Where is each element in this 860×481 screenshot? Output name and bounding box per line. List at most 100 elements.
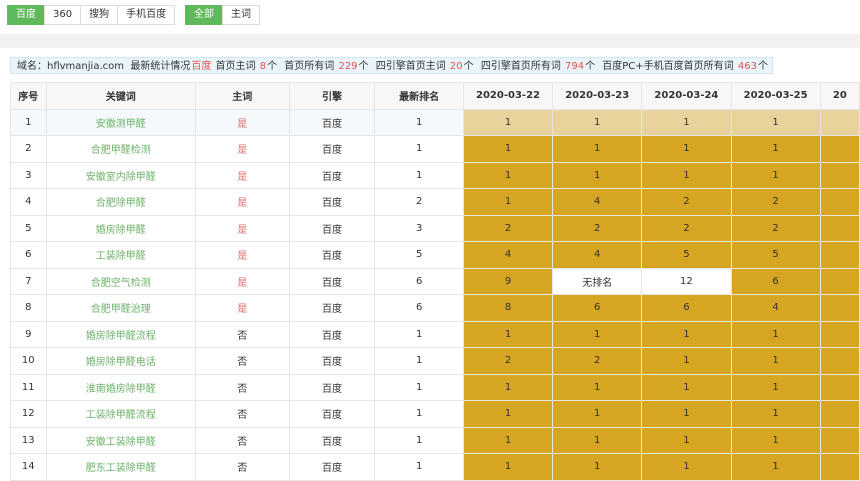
segment-value: 463: [737, 61, 757, 72]
rank-cell: 2: [552, 214, 643, 242]
rank-cell: [819, 161, 860, 189]
keyword-link[interactable]: 安徽室内除甲醛: [45, 161, 196, 189]
summary-bar: 域名：hflvmanjia.com 最新统计情况百度 首页主词 8个 首页所有词…: [10, 57, 773, 74]
engine-cell: 百度: [288, 161, 376, 189]
column-header[interactable]: 2020-03-22: [462, 82, 554, 110]
keyword-link[interactable]: 合肥空气检测: [45, 267, 196, 295]
engine-cell: 百度: [288, 188, 376, 216]
column-header[interactable]: 主词: [194, 82, 290, 110]
keyword-link[interactable]: 婚房除甲醛: [45, 214, 196, 242]
latest-rank: 1: [374, 426, 464, 454]
engine-cell: 百度: [288, 426, 376, 454]
row-number: 11: [10, 373, 47, 401]
top-toolbar: 百度 360 搜狗 手机百度 全部 主词: [0, 0, 860, 34]
segment-value: 8: [259, 61, 267, 72]
keyword-link[interactable]: 合肥除甲醛: [45, 188, 196, 216]
rank-cell: 1: [730, 320, 821, 348]
tab-mobile-baidu[interactable]: 手机百度: [117, 5, 176, 25]
latest-rank: 1: [374, 320, 464, 348]
rank-cell: 1: [730, 108, 821, 136]
keyword-link[interactable]: 淮南婚房除甲醛: [45, 373, 196, 401]
tab-baidu[interactable]: 百度: [7, 5, 45, 25]
rank-cell: 2: [462, 347, 554, 375]
summary-segment: 首页主词 8个: [216, 61, 278, 72]
table-header-row: 序号 关键词 主词 引擎 最新排名 2020-03-22 2020-03-23 2020-03…: [10, 82, 860, 110]
rank-cell: 1: [641, 347, 732, 375]
rank-cell: 6: [552, 294, 643, 322]
segment-label: 首页主词: [215, 61, 259, 72]
segment-unit: 个: [585, 61, 596, 72]
summary-segment: 四引擎首页主词 20个: [373, 61, 474, 72]
engine-cell: 百度: [288, 400, 376, 428]
rank-cell: 2: [462, 214, 554, 242]
row-number: 7: [10, 267, 47, 295]
segment-unit: 个: [358, 61, 369, 72]
column-header[interactable]: 2020-03-25: [730, 82, 821, 110]
rank-cell: 1: [462, 108, 554, 136]
tab-main-words[interactable]: 主词: [222, 5, 260, 25]
engine-cell: 百度: [288, 373, 376, 401]
rank-cell: 4: [730, 294, 821, 322]
row-number: 3: [10, 161, 47, 189]
column-header[interactable]: 2020-03-23: [552, 82, 643, 110]
rank-cell: 1: [730, 426, 821, 454]
keyword-link[interactable]: 合肥甲醛治理: [45, 294, 196, 322]
rank-cell: 2: [730, 188, 821, 216]
summary-segment: 该站历史达标天数 182天: [772, 61, 773, 72]
latest-rank: 1: [374, 400, 464, 428]
domain-label: 域名：: [17, 61, 47, 72]
keyword-link[interactable]: 肥东工装除甲醛: [45, 453, 196, 481]
column-header[interactable]: 引擎: [288, 82, 376, 110]
latest-rank: 6: [374, 267, 464, 295]
latest-rank: 1: [374, 135, 464, 163]
ranking-table: 序号 关键词 主词 引擎 最新排名 2020-03-22 2020-03-23 2020-03…: [10, 82, 860, 481]
column-header[interactable]: 20: [819, 82, 860, 110]
keyword-link[interactable]: 安徽测甲醛: [45, 108, 196, 136]
rank-cell: 1: [552, 426, 643, 454]
keyword-link[interactable]: 安徽工装除甲醛: [45, 426, 196, 454]
main-word-flag: 是: [194, 161, 290, 189]
rank-cell: [819, 267, 860, 295]
latest-rank: 2: [374, 188, 464, 216]
engine-cell: 百度: [288, 347, 376, 375]
rank-cell: 1: [552, 161, 643, 189]
keyword-link[interactable]: 工装除甲醛: [45, 241, 196, 269]
rank-cell: [819, 347, 860, 375]
rank-cell: 1: [730, 373, 821, 401]
summary-segment: 四引擎首页所有词 794个: [478, 61, 595, 72]
rank-cell: 1: [552, 135, 643, 163]
summary-segment: 百度PC+手机百度首页所有词 463个: [599, 61, 768, 72]
tab-all[interactable]: 全部: [185, 5, 223, 25]
main-word-flag: 是: [194, 188, 290, 216]
tab-360[interactable]: 360: [44, 5, 82, 25]
latest-rank: 6: [374, 294, 464, 322]
keyword-link[interactable]: 工装除甲醛流程: [45, 400, 196, 428]
rank-cell: 2: [730, 214, 821, 242]
rank-cell: 9: [462, 267, 554, 295]
latest-rank: 3: [374, 214, 464, 242]
column-header[interactable]: 序号: [10, 82, 47, 110]
rank-cell: 1: [552, 453, 643, 481]
keyword-link[interactable]: 婚房除甲醛电话: [45, 347, 196, 375]
rank-cell: [819, 108, 860, 136]
segment-label: 四引擎首页主词: [372, 61, 449, 72]
column-header[interactable]: 2020-03-24: [641, 82, 732, 110]
keyword-link[interactable]: 合肥甲醛检测: [45, 135, 196, 163]
rank-cell: 2: [552, 347, 643, 375]
table-row: 1 安徽测甲醛是百度 1 1 1 1 1: [10, 108, 860, 136]
row-number: 4: [10, 188, 47, 216]
row-number: 10: [10, 347, 47, 375]
column-header[interactable]: 关键词: [45, 82, 196, 110]
rank-cell: 5: [641, 241, 732, 269]
row-number: 6: [10, 241, 47, 269]
engine-cell: 百度: [288, 453, 376, 481]
column-header[interactable]: 最新排名: [374, 82, 464, 110]
tab-sogou[interactable]: 搜狗: [80, 5, 119, 25]
rank-cell: 1: [730, 400, 821, 428]
keyword-link[interactable]: 婚房除甲醛流程: [45, 320, 196, 348]
table-row: 9 婚房除甲醛流程否百度 1 1 1 1 1: [10, 320, 860, 348]
rank-cell: 1: [641, 400, 732, 428]
rank-cell: [819, 294, 860, 322]
segment-label: 百度PC+手机百度首页所有词: [599, 61, 737, 72]
rank-cell: 1: [641, 135, 732, 163]
